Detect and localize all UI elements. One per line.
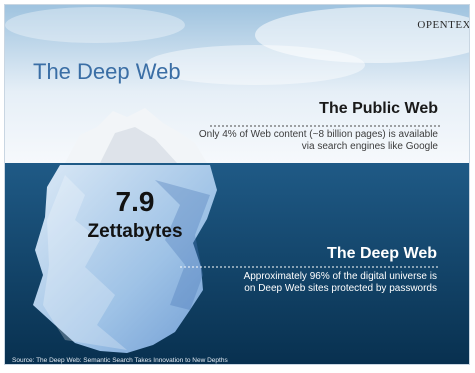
public-web-heading: The Public Web [319, 100, 438, 117]
deep-web-slide: OPENTEX The Deep Web The Public Web Only… [4, 4, 470, 365]
public-web-description: Only 4% of Web content (~8 billion pages… [198, 129, 438, 152]
deep-web-heading: The Deep Web [327, 245, 437, 262]
source-citation: Source: The Deep Web: Semantic Search Ta… [12, 357, 228, 364]
data-size-unit: Zettabytes [87, 221, 183, 242]
data-size-value: 7.9 [115, 186, 155, 217]
slide-title: The Deep Web [33, 59, 181, 84]
deep-web-description: Approximately 96% of the digital univers… [243, 271, 437, 294]
brand-logo: OPENTEX [417, 19, 470, 31]
